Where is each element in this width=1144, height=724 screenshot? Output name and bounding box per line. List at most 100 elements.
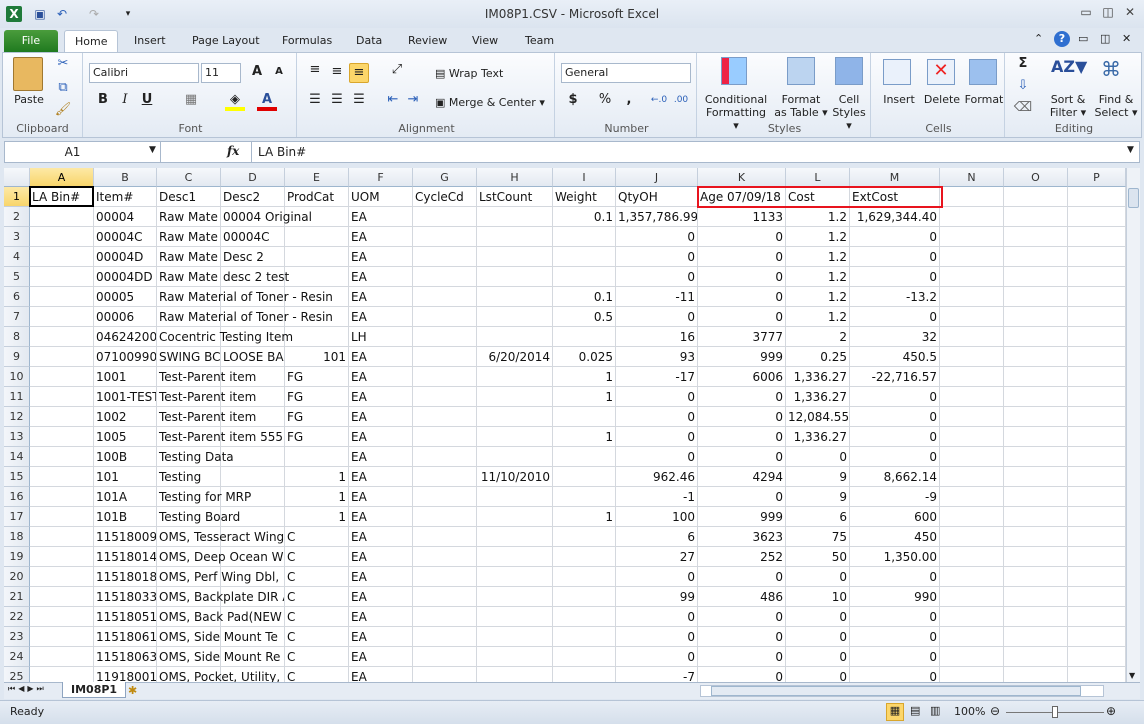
find-select-button[interactable]: Find & Select ▾	[1093, 93, 1139, 119]
sheet-nav-icons[interactable]: ⏮◀▶⏭	[8, 684, 47, 694]
tab-review[interactable]: Review	[398, 30, 457, 52]
borders-icon[interactable]: ▦	[181, 91, 201, 111]
page-break-view-icon[interactable]: ▥	[930, 704, 940, 717]
cell-N18[interactable]	[940, 527, 1004, 547]
bottom-align-icon[interactable]: ≡	[349, 63, 369, 83]
cell-N12[interactable]	[940, 407, 1004, 427]
maximize-icon[interactable]: ◫	[1098, 5, 1118, 21]
cell-A24[interactable]	[30, 647, 94, 667]
name-box-dropdown-icon[interactable]: ▼	[149, 145, 156, 155]
cell-N2[interactable]	[940, 207, 1004, 227]
cell-P7[interactable]	[1068, 307, 1126, 327]
cell-O22[interactable]	[1004, 607, 1068, 627]
cell-P11[interactable]	[1068, 387, 1126, 407]
cell-A14[interactable]	[30, 447, 94, 467]
row-header[interactable]: 22	[4, 607, 30, 627]
zoom-in-icon[interactable]: ⊕	[1106, 704, 1116, 718]
bold-button[interactable]: B	[93, 91, 113, 111]
column-header-J[interactable]: J	[616, 168, 698, 187]
row-header[interactable]: 8	[4, 327, 30, 347]
decrease-indent-icon[interactable]: ⇤	[383, 91, 403, 111]
cell-O17[interactable]	[1004, 507, 1068, 527]
sheet-tab-im08p1[interactable]: IM08P1	[62, 682, 127, 698]
row-header[interactable]: 4	[4, 247, 30, 267]
insert-sheet-icon[interactable]: ✱	[128, 684, 137, 697]
expand-formula-bar-icon[interactable]: ▼	[1127, 145, 1134, 155]
cell-N14[interactable]	[940, 447, 1004, 467]
cell-P16[interactable]	[1068, 487, 1126, 507]
cell-O5[interactable]	[1004, 267, 1068, 287]
cell-A23[interactable]	[30, 627, 94, 647]
cell-O21[interactable]	[1004, 587, 1068, 607]
clear-icon[interactable]: ⌫	[1013, 99, 1033, 119]
cell-A5[interactable]	[30, 267, 94, 287]
zoom-out-icon[interactable]: ⊖	[990, 704, 1000, 718]
cell-N8[interactable]	[940, 327, 1004, 347]
cell-O3[interactable]	[1004, 227, 1068, 247]
cell-O2[interactable]	[1004, 207, 1068, 227]
cell-P2[interactable]	[1068, 207, 1126, 227]
cell-P9[interactable]	[1068, 347, 1126, 367]
shrink-font-icon[interactable]: A	[269, 63, 289, 83]
page-layout-view-icon[interactable]: ▤	[910, 704, 920, 717]
cell-N15[interactable]	[940, 467, 1004, 487]
cell-P20[interactable]	[1068, 567, 1126, 587]
cell-P4[interactable]	[1068, 247, 1126, 267]
cell-A17[interactable]	[30, 507, 94, 527]
column-header-C[interactable]: C	[157, 168, 221, 187]
row-header[interactable]: 12	[4, 407, 30, 427]
cell-N4[interactable]	[940, 247, 1004, 267]
cell-A7[interactable]	[30, 307, 94, 327]
minimize-ribbon-icon[interactable]: ⌃	[1034, 32, 1043, 45]
cell-O16[interactable]	[1004, 487, 1068, 507]
cell-O25[interactable]	[1004, 667, 1068, 682]
tab-view[interactable]: View	[462, 30, 508, 52]
cell-P3[interactable]	[1068, 227, 1126, 247]
cell-A15[interactable]	[30, 467, 94, 487]
row-header[interactable]: 18	[4, 527, 30, 547]
center-icon[interactable]: ☰	[327, 91, 347, 111]
cell-N21[interactable]	[940, 587, 1004, 607]
column-header-H[interactable]: H	[477, 168, 553, 187]
cell-O24[interactable]	[1004, 647, 1068, 667]
row-header[interactable]: 11	[4, 387, 30, 407]
font-name-select[interactable]: Calibri	[89, 63, 199, 83]
tab-team[interactable]: Team	[515, 30, 564, 52]
increase-indent-icon[interactable]: ⇥	[403, 91, 423, 111]
cell-N3[interactable]	[940, 227, 1004, 247]
row-header[interactable]: 23	[4, 627, 30, 647]
cell-P19[interactable]	[1068, 547, 1126, 567]
fill-color-icon[interactable]: ◈	[225, 91, 245, 111]
cell-N16[interactable]	[940, 487, 1004, 507]
cell-O12[interactable]	[1004, 407, 1068, 427]
delete-button[interactable]: Delete	[921, 93, 963, 106]
comma-button[interactable]: ,	[619, 91, 639, 111]
row-header[interactable]: 2	[4, 207, 30, 227]
tab-page-layout[interactable]: Page Layout	[182, 30, 270, 52]
cell-A19[interactable]	[30, 547, 94, 567]
font-color-icon[interactable]: A	[257, 91, 277, 111]
cell-N13[interactable]	[940, 427, 1004, 447]
cell-N22[interactable]	[940, 607, 1004, 627]
tab-data[interactable]: Data	[346, 30, 392, 52]
row-header[interactable]: 9	[4, 347, 30, 367]
cell-N9[interactable]	[940, 347, 1004, 367]
cut-icon[interactable]: ✂	[53, 55, 73, 75]
cell-A25[interactable]	[30, 667, 94, 682]
cell-O6[interactable]	[1004, 287, 1068, 307]
vertical-scrollbar[interactable]: ▼	[1126, 168, 1140, 682]
cell-P10[interactable]	[1068, 367, 1126, 387]
currency-button[interactable]: $	[563, 91, 583, 111]
merge-center-button[interactable]: ▣ Merge & Center ▾	[435, 96, 545, 109]
column-header-M[interactable]: M	[850, 168, 940, 187]
cell-N24[interactable]	[940, 647, 1004, 667]
cell-A21[interactable]	[30, 587, 94, 607]
active-cell-a1[interactable]	[29, 186, 94, 207]
align-right-icon[interactable]: ☰	[349, 91, 369, 111]
row-header[interactable]: 19	[4, 547, 30, 567]
cell-O8[interactable]	[1004, 327, 1068, 347]
cell-N17[interactable]	[940, 507, 1004, 527]
cell-A2[interactable]	[30, 207, 94, 227]
row-header[interactable]: 15	[4, 467, 30, 487]
row-header[interactable]: 5	[4, 267, 30, 287]
